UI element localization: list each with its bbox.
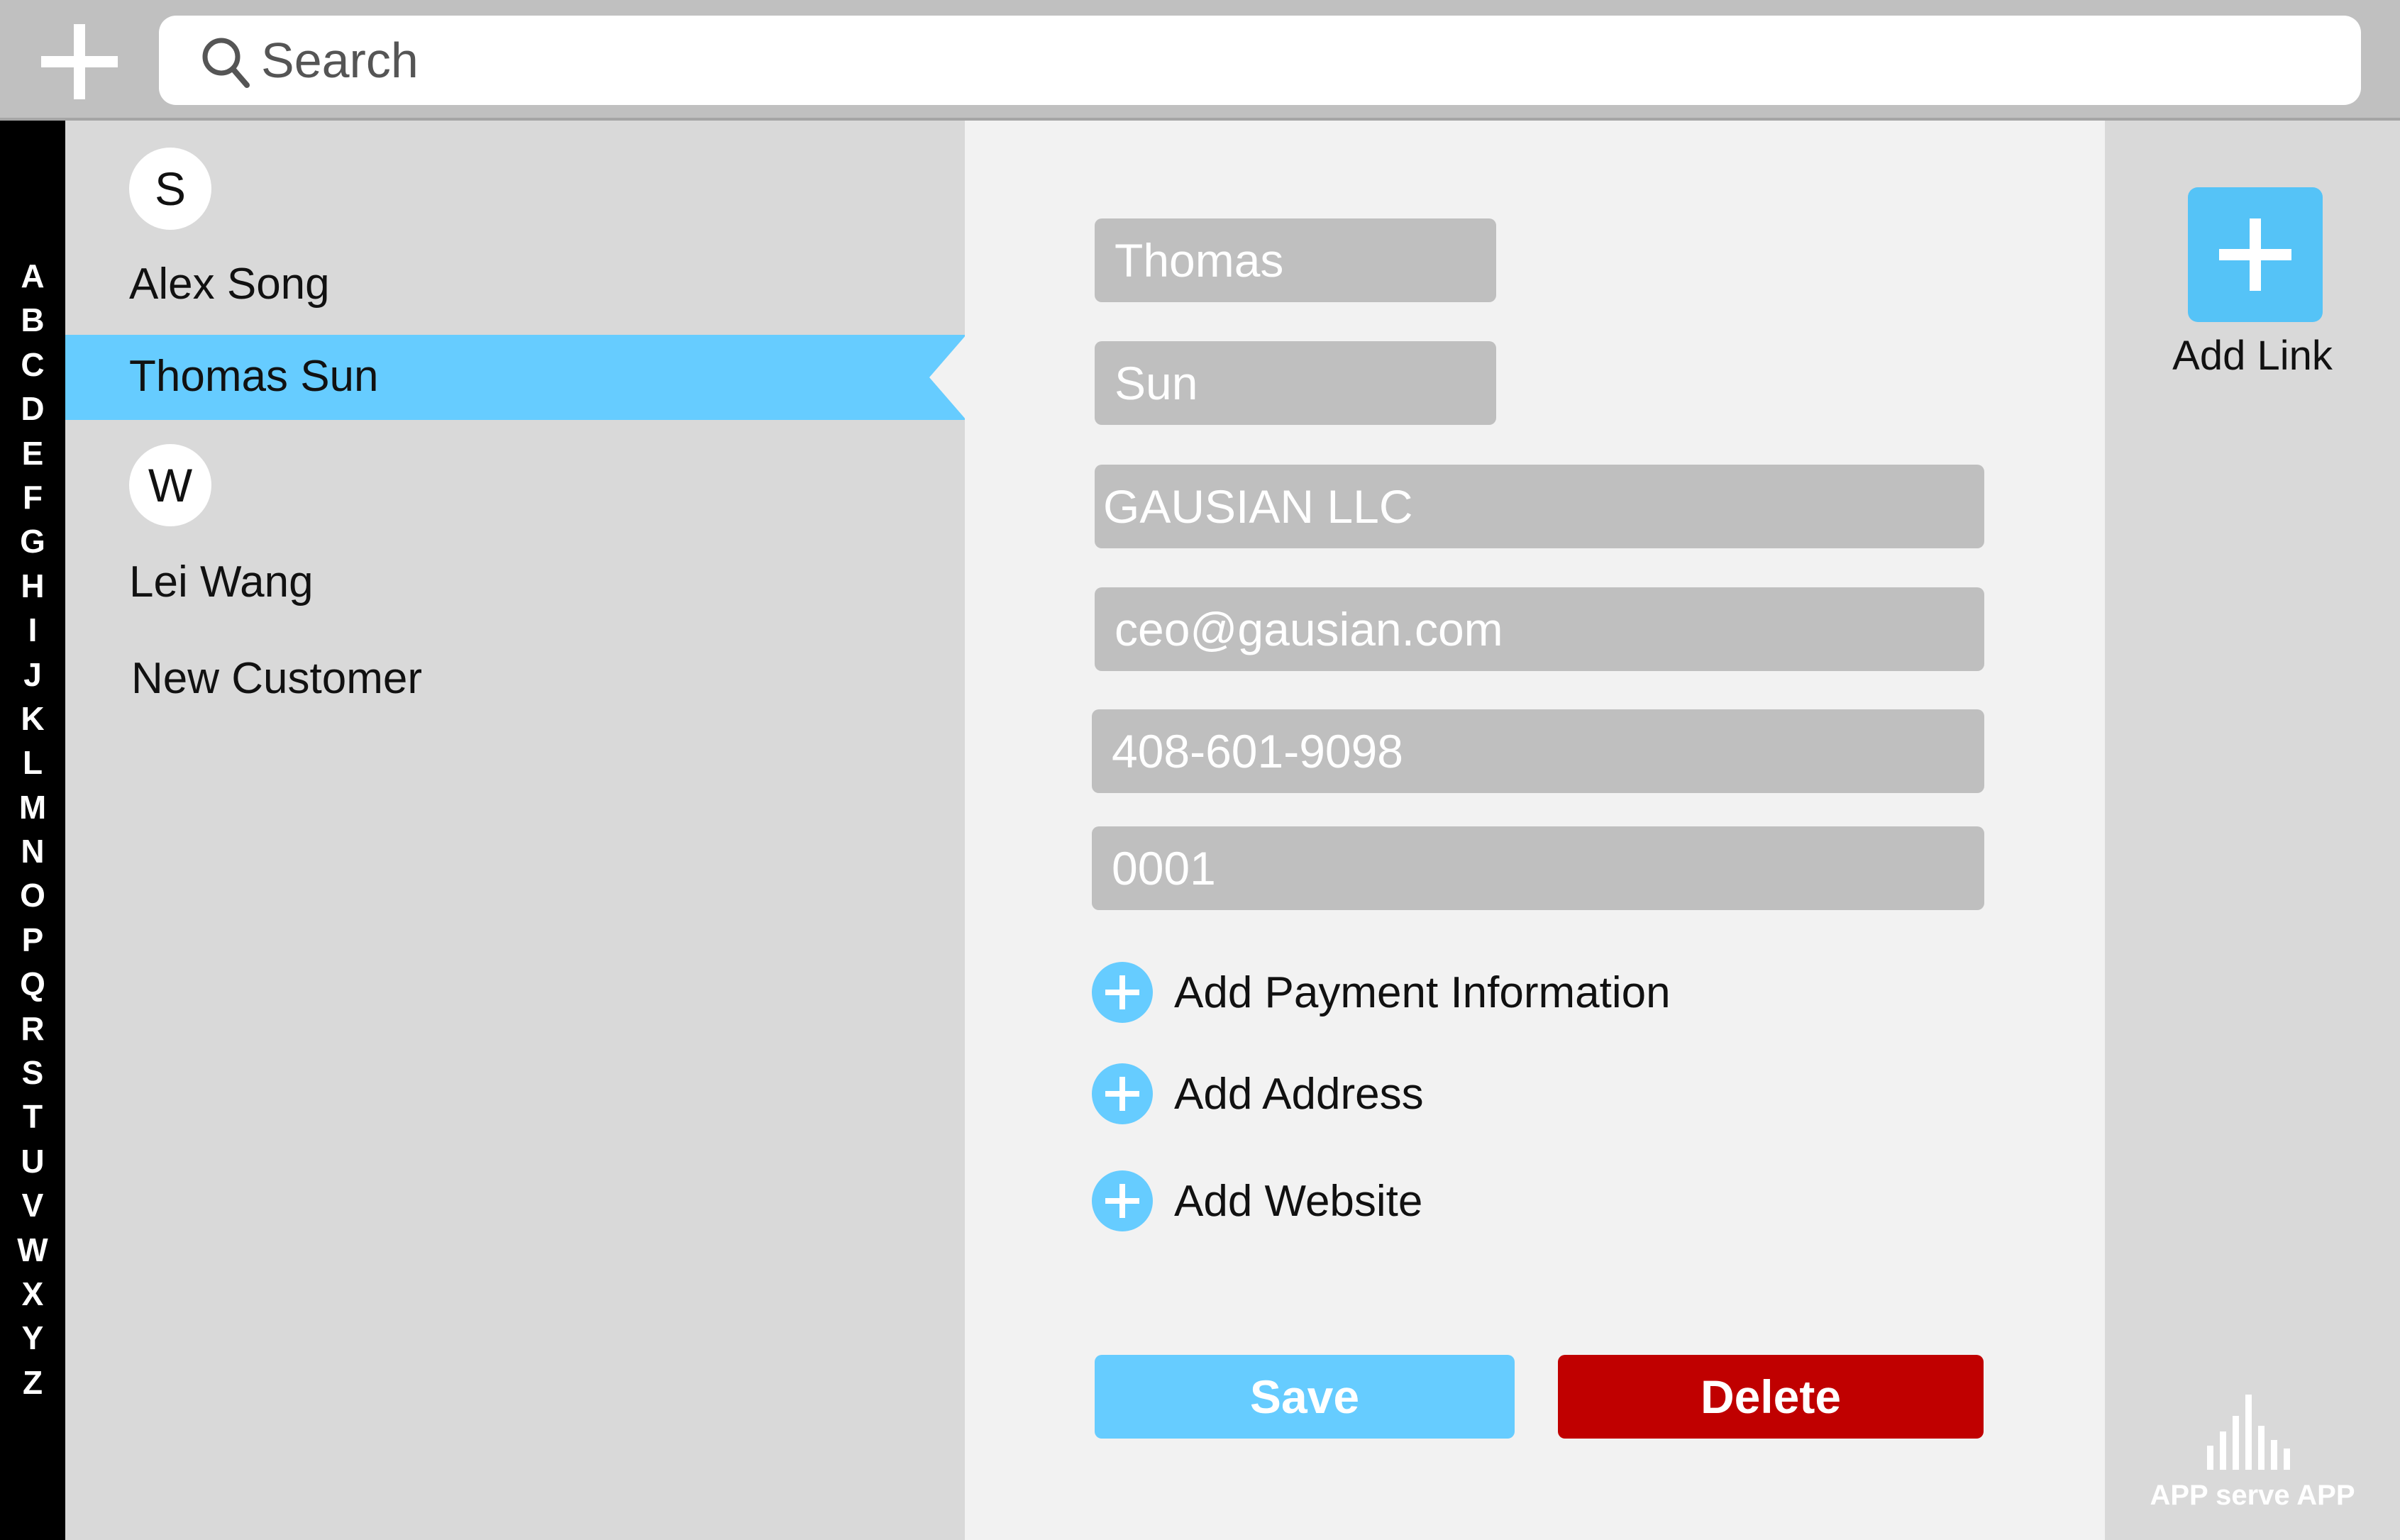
alphabet-letter-y[interactable]: Y xyxy=(22,1316,44,1360)
add-payment-info-button[interactable]: Add Payment Information xyxy=(1092,962,1671,1023)
last-name-field[interactable] xyxy=(1095,341,1496,425)
contact-item-alex-song[interactable]: Alex Song xyxy=(129,262,330,306)
plus-circle-icon xyxy=(1092,1170,1153,1231)
brand-logo-icon xyxy=(2207,1395,2290,1470)
alphabet-letter-z[interactable]: Z xyxy=(23,1361,43,1405)
contact-item-lei-wang[interactable]: Lei Wang xyxy=(129,560,314,604)
alphabet-letter-c[interactable]: C xyxy=(21,343,44,387)
plus-icon xyxy=(2219,218,2291,291)
alphabet-letter-a[interactable]: A xyxy=(21,254,44,298)
selection-pointer xyxy=(929,335,966,420)
contact-item-thomas-sun[interactable]: Thomas Sun xyxy=(129,355,379,399)
alphabet-letter-h[interactable]: H xyxy=(21,564,44,608)
alphabet-letter-v[interactable]: V xyxy=(22,1183,44,1227)
alphabet-letter-r[interactable]: R xyxy=(21,1007,44,1051)
add-payment-info-label: Add Payment Information xyxy=(1174,968,1671,1017)
phone-field[interactable] xyxy=(1092,709,1984,793)
company-field[interactable] xyxy=(1095,465,1984,548)
alphabet-letter-i[interactable]: I xyxy=(28,608,38,652)
alphabet-list: ABCDEFGHIJKLMNOPQRSTUVWXYZ xyxy=(0,254,65,1405)
alphabet-letter-x[interactable]: X xyxy=(22,1272,44,1316)
search-input[interactable] xyxy=(261,24,2318,96)
add-link-label: Add Link xyxy=(2172,333,2333,379)
add-contact-button[interactable] xyxy=(35,21,123,102)
alphabet-letter-f[interactable]: F xyxy=(23,475,43,519)
alphabet-letter-t[interactable]: T xyxy=(23,1095,43,1139)
section-header-w: W xyxy=(129,444,211,526)
alphabet-letter-m[interactable]: M xyxy=(19,785,46,829)
alphabet-letter-k[interactable]: K xyxy=(21,697,44,741)
section-header-s: S xyxy=(129,148,211,230)
contact-item-new-customer[interactable]: New Customer xyxy=(131,657,422,701)
alphabet-letter-o[interactable]: O xyxy=(20,873,45,917)
delete-button[interactable]: Delete xyxy=(1558,1355,1984,1439)
brand-logo-text: APP serve APP xyxy=(2150,1480,2355,1511)
plus-icon xyxy=(41,24,118,99)
add-link-button[interactable] xyxy=(2188,187,2323,322)
alphabet-letter-w[interactable]: W xyxy=(17,1228,48,1272)
search-icon xyxy=(200,35,251,92)
email-field[interactable] xyxy=(1095,587,1984,671)
alphabet-letter-d[interactable]: D xyxy=(21,387,44,431)
alphabet-letter-g[interactable]: G xyxy=(20,519,45,563)
add-address-button[interactable]: Add Address xyxy=(1092,1063,1424,1124)
contact-list-panel xyxy=(65,121,965,1540)
alphabet-letter-q[interactable]: Q xyxy=(20,962,45,1006)
alphabet-letter-n[interactable]: N xyxy=(21,829,44,873)
add-address-label: Add Address xyxy=(1174,1069,1424,1119)
plus-circle-icon xyxy=(1092,1063,1153,1124)
add-website-label: Add Website xyxy=(1174,1176,1423,1226)
customer-id-field[interactable] xyxy=(1092,826,1984,910)
alphabet-letter-u[interactable]: U xyxy=(21,1139,44,1183)
plus-circle-icon xyxy=(1092,962,1153,1023)
alphabet-letter-p[interactable]: P xyxy=(22,918,44,962)
alphabet-letter-b[interactable]: B xyxy=(21,298,44,342)
add-website-button[interactable]: Add Website xyxy=(1092,1170,1422,1231)
alphabet-letter-l[interactable]: L xyxy=(23,741,43,785)
alphabet-letter-e[interactable]: E xyxy=(22,431,44,475)
save-button[interactable]: Save xyxy=(1095,1355,1515,1439)
alphabet-letter-j[interactable]: J xyxy=(23,653,42,697)
first-name-field[interactable] xyxy=(1095,218,1496,302)
alphabet-letter-s[interactable]: S xyxy=(22,1051,44,1095)
